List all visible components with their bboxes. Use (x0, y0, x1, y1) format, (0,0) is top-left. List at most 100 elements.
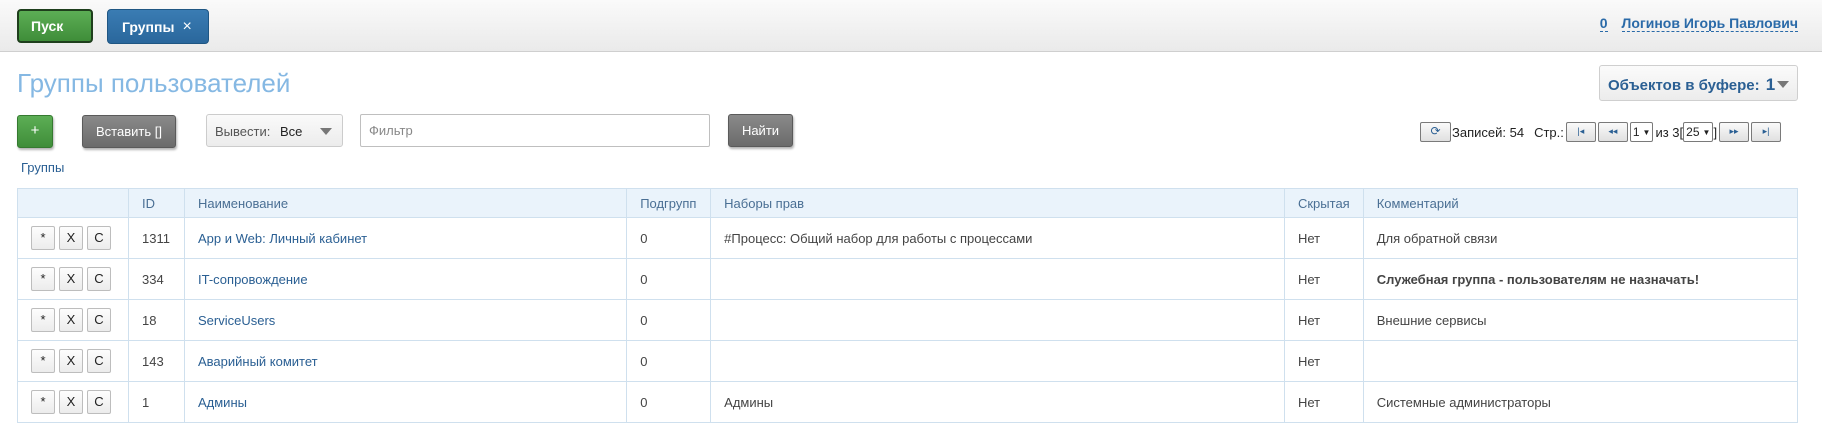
row-actions: * X C (17, 340, 129, 382)
chevron-down-icon: ▼ (1702, 127, 1711, 137)
cell-name: Админы (183, 381, 628, 423)
group-name-link[interactable]: IT-сопровождение (198, 272, 308, 287)
top-bar: Пуск Группы × 0 Логинов Игорь Павлович (0, 0, 1822, 52)
breadcrumb[interactable]: Группы (21, 160, 64, 175)
find-button[interactable]: Найти (728, 114, 793, 147)
page-title: Группы пользователей (17, 68, 291, 98)
page-size-select[interactable]: 25 ▼ (1683, 122, 1714, 142)
table-row: * X C 143 Аварийный комитет 0 Нет (17, 340, 1799, 382)
cell-id: 143 (128, 340, 185, 382)
cell-comment: Для обратной связи (1362, 217, 1799, 259)
header-actions (17, 188, 129, 218)
row-actions: * X C (17, 258, 129, 300)
cell-name: ServiceUsers (183, 299, 628, 341)
edit-button[interactable]: * (31, 226, 55, 250)
copy-button[interactable]: C (87, 267, 111, 291)
cell-hidden: Нет (1283, 258, 1364, 300)
cell-comment (1362, 340, 1799, 382)
page-size-value: 25 (1686, 125, 1700, 139)
delete-button[interactable]: X (59, 390, 83, 414)
delete-button[interactable]: X (59, 226, 83, 250)
delete-button[interactable]: X (59, 349, 83, 373)
cell-comment: Служебная группа - пользователям не назн… (1362, 258, 1799, 300)
cell-id: 334 (128, 258, 185, 300)
records-count: Записей: 54 (1452, 124, 1525, 140)
header-comment[interactable]: Комментарий (1362, 188, 1799, 218)
chevron-down-icon (1777, 81, 1789, 88)
prev-page-button[interactable]: ◂◂ (1597, 122, 1628, 142)
next-page-button[interactable]: ▸▸ (1719, 122, 1750, 142)
cell-rights: Админы (710, 381, 1285, 423)
group-name-link[interactable]: Аварийный комитет (198, 354, 318, 369)
output-select[interactable]: Вывести: Все (206, 114, 343, 147)
edit-button[interactable]: * (31, 308, 55, 332)
cell-hidden: Нет (1283, 340, 1364, 382)
header-id[interactable]: ID (128, 188, 185, 218)
row-actions: * X C (17, 299, 129, 341)
start-button[interactable]: Пуск (17, 9, 93, 43)
cell-name: IT-сопровождение (183, 258, 628, 300)
row-actions: * X C (17, 381, 129, 423)
groups-table: ID Наименование Подгрупп Наборы прав Скр… (17, 188, 1799, 423)
tab-groups[interactable]: Группы × (107, 9, 209, 44)
buffer-count: 1 (1765, 75, 1776, 94)
cell-comment: Системные администраторы (1362, 381, 1799, 423)
close-icon[interactable]: × (182, 18, 191, 34)
cell-hidden: Нет (1283, 381, 1364, 423)
table-row: * X C 1311 App и Web: Личный кабинет 0 #Пр… (17, 217, 1799, 259)
chevron-down-icon (320, 128, 332, 135)
cell-rights: #Процесс: Общий набор для работы с проце… (710, 217, 1285, 259)
cell-comment: Внешние сервисы (1362, 299, 1799, 341)
page-select[interactable]: 1 ▼ (1629, 122, 1654, 142)
copy-button[interactable]: C (87, 308, 111, 332)
chevron-down-icon: ▼ (1642, 127, 1651, 137)
cell-id: 1 (128, 381, 185, 423)
edit-button[interactable]: * (31, 390, 55, 414)
edit-button[interactable]: * (31, 349, 55, 373)
header-name[interactable]: Наименование (183, 188, 628, 218)
cell-name: Аварийный комитет (183, 340, 628, 382)
table-row: * X C 1 Админы 0 Админы Нет Системные адми… (17, 381, 1799, 423)
table-row: * X C 18 ServiceUsers 0 Нет Внешние сервис… (17, 299, 1799, 341)
page-total: из 3[ (1655, 124, 1684, 140)
page-size-bracket: ] (1713, 124, 1718, 140)
filter-input[interactable] (360, 114, 710, 147)
cell-name: App и Web: Личный кабинет (183, 217, 628, 259)
last-page-button[interactable]: ▸| (1751, 122, 1782, 142)
cell-id: 18 (128, 299, 185, 341)
copy-button[interactable]: C (87, 349, 111, 373)
cell-hidden: Нет (1283, 299, 1364, 341)
output-select-value: Все (279, 124, 303, 139)
paste-button[interactable]: Вставить [] (82, 115, 176, 148)
header-hidden[interactable]: Скрытая (1283, 188, 1364, 218)
buffer-dropdown[interactable]: Объектов в буфере: 1 (1599, 65, 1798, 101)
table-header-row: ID Наименование Подгрупп Наборы прав Скр… (17, 188, 1799, 218)
first-page-button[interactable]: |◂ (1565, 122, 1596, 142)
cell-id: 1311 (128, 217, 185, 259)
group-name-link[interactable]: ServiceUsers (198, 313, 275, 328)
tab-groups-label: Группы (122, 18, 175, 35)
cell-subgroups: 0 (626, 217, 712, 259)
delete-button[interactable]: X (59, 308, 83, 332)
copy-button[interactable]: C (87, 390, 111, 414)
cell-subgroups: 0 (626, 340, 712, 382)
delete-button[interactable]: X (59, 267, 83, 291)
refresh-icon[interactable]: ⟳ (1420, 122, 1451, 142)
edit-button[interactable]: * (31, 267, 55, 291)
notification-count[interactable]: 0 (1599, 15, 1608, 32)
header-rights[interactable]: Наборы прав (710, 188, 1285, 218)
pager: ⟳ Записей: 54 Стр.: |◂ ◂◂ 1 ▼ из 3[ 25 ▼… (1420, 121, 1782, 143)
table-row: * X C 334 IT-сопровождение 0 Нет Служебная… (17, 258, 1799, 300)
user-area: 0 Логинов Игорь Павлович (1599, 15, 1798, 32)
cell-subgroups: 0 (626, 258, 712, 300)
header-subgroups[interactable]: Подгрупп (626, 188, 712, 218)
group-name-link[interactable]: App и Web: Личный кабинет (198, 231, 367, 246)
add-button[interactable]: + (17, 115, 53, 148)
cell-subgroups: 0 (626, 381, 712, 423)
page-label: Стр.: (1534, 124, 1564, 140)
group-name-link[interactable]: Админы (198, 395, 247, 410)
page-select-value: 1 (1632, 125, 1640, 139)
copy-button[interactable]: C (87, 226, 111, 250)
user-name-link[interactable]: Логинов Игорь Павлович (1621, 15, 1798, 32)
row-actions: * X C (17, 217, 129, 259)
